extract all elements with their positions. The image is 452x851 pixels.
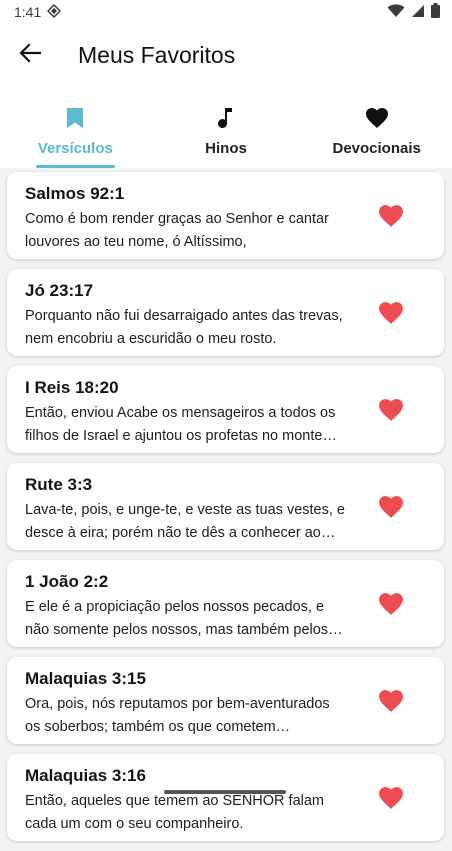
verse-reference: I Reis 18:20: [25, 378, 119, 397]
tab-bar: Versículos Hinos Devocionais: [0, 96, 452, 168]
status-bar: 1:41: [0, 0, 452, 24]
list-item[interactable]: 1 João 2:2 E ele é a propiciação pelos n…: [7, 560, 444, 647]
signal-icon: [411, 4, 425, 21]
list-item[interactable]: Jó 23:17 Porquanto não fui desarraigado …: [7, 269, 444, 356]
heart-icon[interactable]: [378, 592, 404, 616]
heart-icon[interactable]: [378, 786, 404, 810]
tab-versiculos[interactable]: Versículos: [0, 96, 151, 168]
verse-text: Ora, pois, nós reputamos por bem-aventur…: [25, 696, 330, 735]
verse-text: Como é bom render graças ao Senhor e can…: [25, 211, 329, 250]
page-title: Meus Favoritos: [78, 41, 236, 68]
verse-reference: Rute 3:3: [25, 475, 93, 494]
list-item[interactable]: Rute 3:3 Lava-te, pois, e unge-te, e ves…: [7, 463, 444, 550]
wifi-icon: [387, 3, 405, 21]
heart-icon[interactable]: [378, 495, 404, 519]
verse-text: Então, enviou Acabe os mensageiros a tod…: [25, 405, 336, 444]
heart-icon: [365, 107, 389, 134]
list-item[interactable]: Malaquias 3:15 Ora, pois, nós reputamos …: [7, 657, 444, 744]
heart-icon[interactable]: [378, 398, 404, 422]
verse-text: Então, aqueles que temem ao SENHOR falam…: [25, 793, 325, 832]
app-bar: Meus Favoritos: [0, 24, 452, 86]
tab-label: Hinos: [205, 140, 247, 157]
tab-label: Devocionais: [332, 140, 421, 157]
back-button[interactable]: [2, 27, 58, 83]
tab-hinos[interactable]: Hinos: [151, 96, 302, 168]
status-time: 1:41: [14, 4, 42, 20]
list-item[interactable]: I Reis 18:20 Então, enviou Acabe os mens…: [7, 366, 444, 453]
verse-reference: Salmos 92:1: [25, 184, 125, 203]
verse-text: E ele é a propiciação pelos nossos pecad…: [25, 599, 329, 638]
heart-icon[interactable]: [378, 204, 404, 228]
heart-icon[interactable]: [378, 689, 404, 713]
verse-reference: Malaquias 3:16: [25, 766, 146, 785]
music-note-icon: [217, 107, 235, 134]
verse-reference: Jó 23:17: [25, 281, 94, 300]
favorites-list: Salmos 92:1 Como é bom render graças ao …: [7, 172, 444, 851]
top-section: 1:41 Meus Favoritos Versículos Hinos Dev…: [0, 0, 452, 168]
list-item[interactable]: Malaquias 3:16 Então, aqueles que temem …: [7, 754, 444, 841]
verse-reference: Malaquias 3:15: [25, 669, 146, 688]
tab-devocionais[interactable]: Devocionais: [301, 96, 452, 168]
bookmark-icon: [66, 107, 84, 134]
battery-icon: [431, 3, 440, 21]
tab-label: Versículos: [37, 140, 113, 157]
home-indicator[interactable]: [164, 790, 286, 794]
notification-icon: [47, 3, 62, 21]
list-item[interactable]: Salmos 92:1 Como é bom render graças ao …: [7, 172, 444, 259]
heart-icon[interactable]: [378, 301, 404, 325]
verse-text: Lava-te, pois, e unge-te, e veste as tua…: [25, 502, 345, 541]
arrow-back-icon: [19, 42, 42, 68]
verse-reference: 1 João 2:2: [25, 572, 109, 591]
verse-text: Porquanto não fui desarraigado antes das…: [25, 308, 343, 347]
